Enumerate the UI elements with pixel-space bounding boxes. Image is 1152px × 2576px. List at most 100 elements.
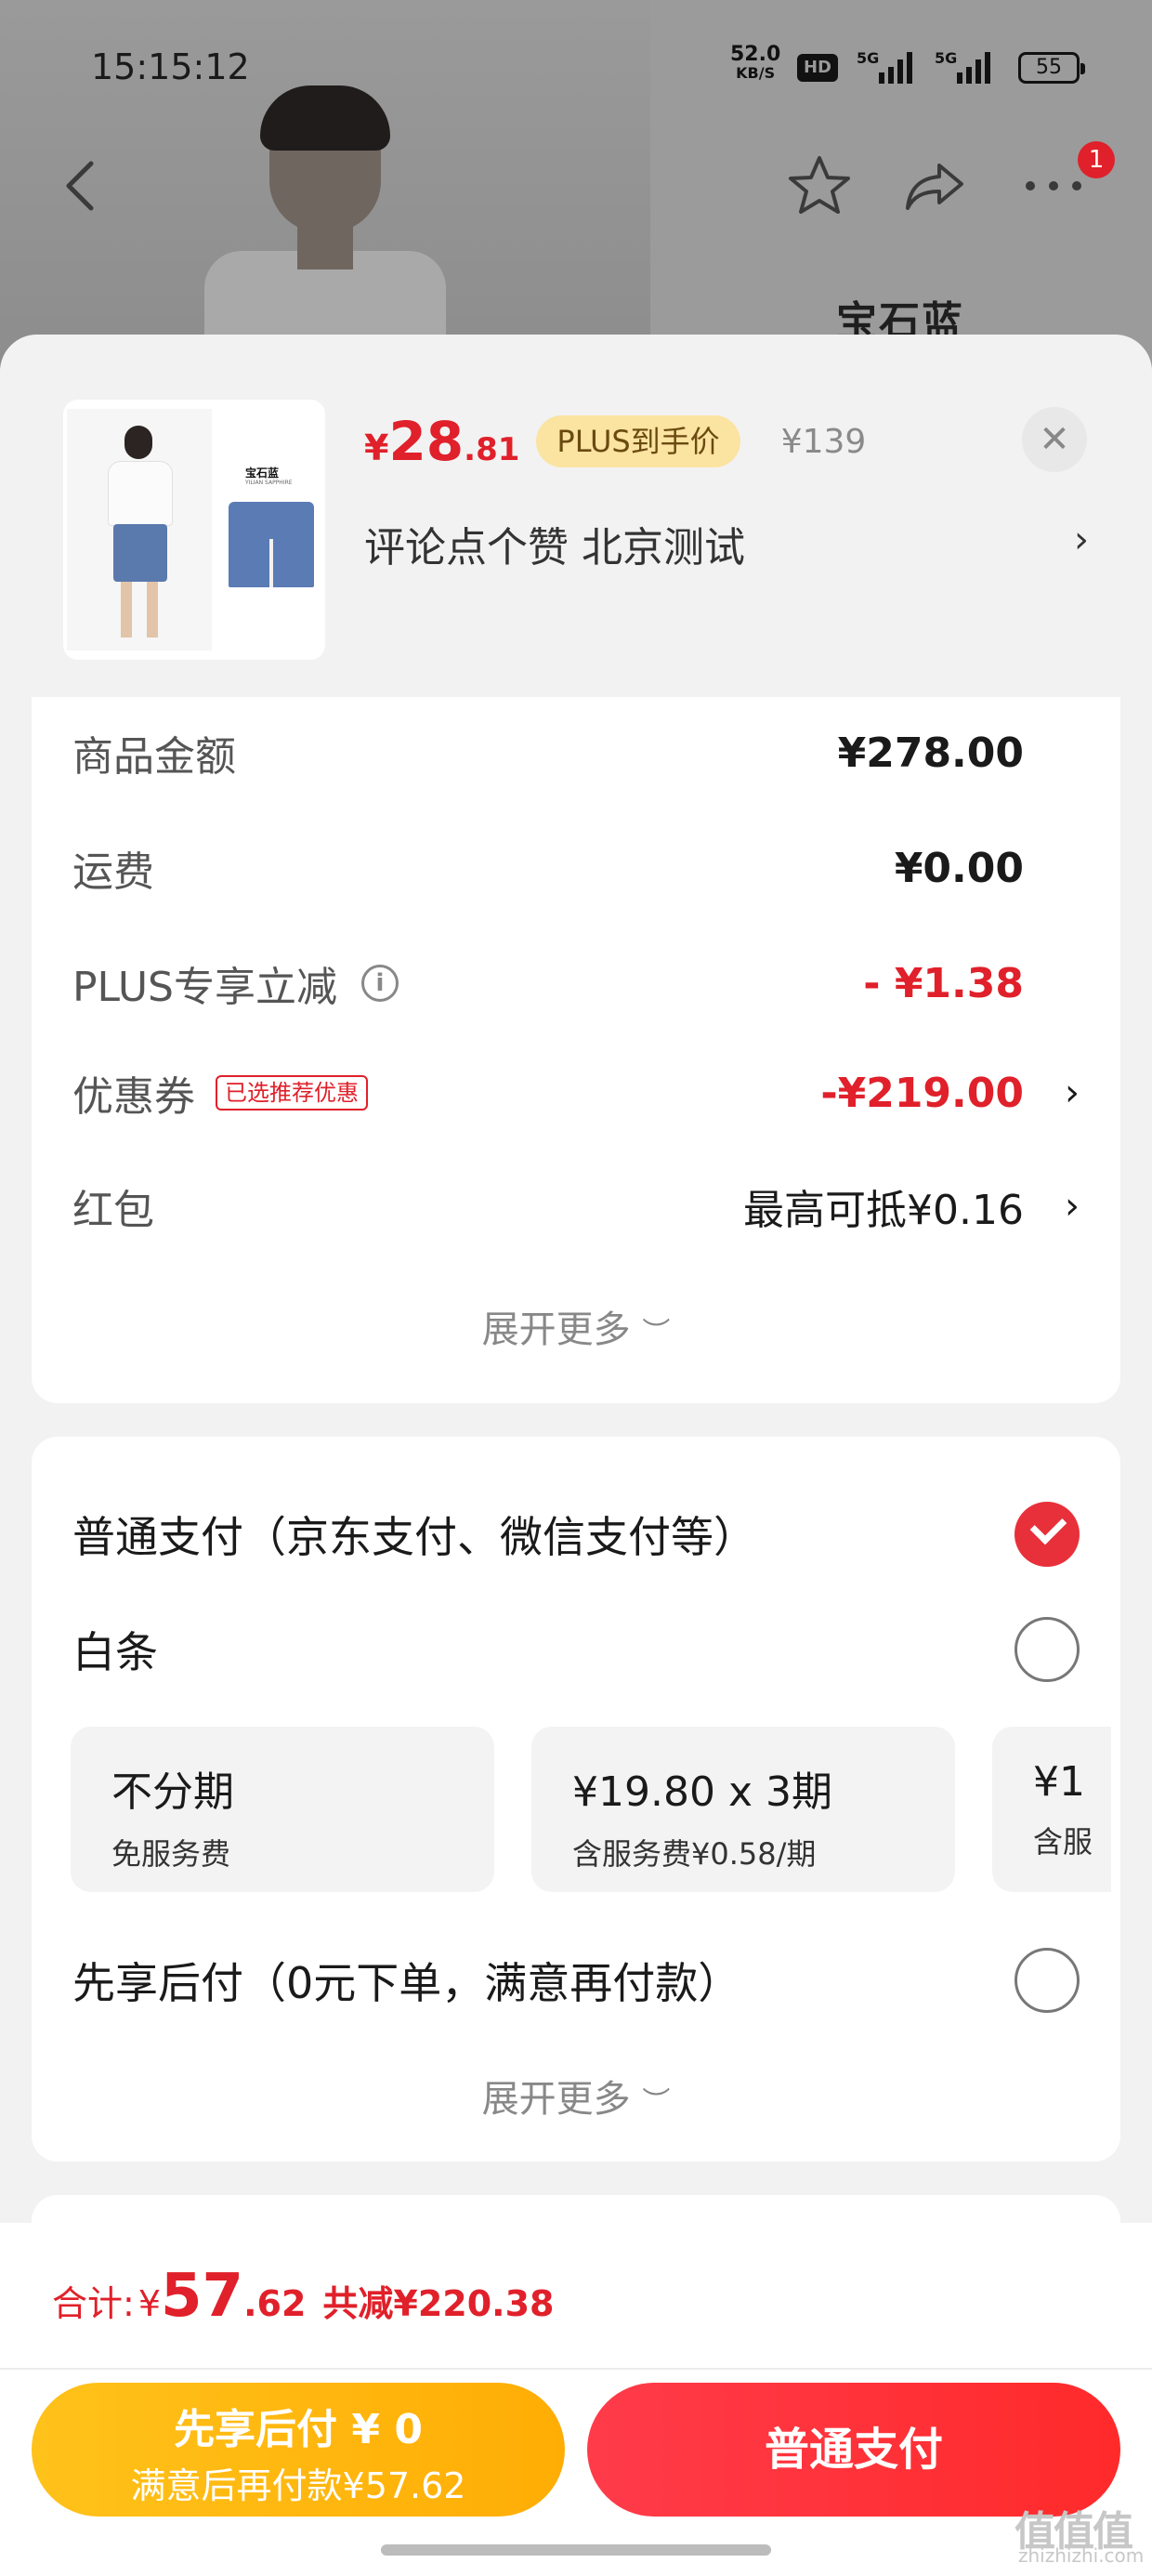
summary-row-coupon[interactable]: 优惠券 已选推荐优惠 -¥219.00 › [72, 1056, 1080, 1130]
summary-label: 优惠券 [72, 1073, 195, 1121]
pay-later-title: 先享后付 ¥ 0 [174, 2406, 423, 2453]
address-selector[interactable]: 评论点个赞 北京测试 › [364, 511, 1089, 576]
installment-plans: 不分期 免服务费 ¥19.80 x 3期 含服务费¥0.58/期 ¥1 含服 [71, 1727, 1111, 1894]
plan-title: ¥19.80 x 3期 [572, 1768, 832, 1816]
thumbnail-title: 宝石蓝 [245, 467, 280, 480]
plus-price: ¥ 28 .81 [364, 410, 519, 473]
total-symbol: ¥ [137, 2283, 161, 2324]
installment-plan[interactable]: ¥1 含服 [992, 1727, 1111, 1892]
checkout-footer: 合计: ¥ 57 .62 共减¥220.38 先享后付 ¥ 0 满意后再付款¥5… [0, 2223, 1152, 2576]
installment-plan[interactable]: ¥19.80 x 3期 含服务费¥0.58/期 [531, 1727, 955, 1892]
plus-price-badge: PLUS到手价 [536, 415, 740, 467]
expand-more-button[interactable]: 展开更多 ︶ [32, 2069, 1120, 2123]
favorite-star-icon[interactable] [786, 152, 853, 219]
status-bar: 15:15:12 52.0 KB/S HD 5G 5G 55 [0, 37, 1152, 102]
original-price: ¥139 [780, 422, 867, 461]
price-symbol: ¥ [364, 427, 389, 468]
total-amount: 合计: ¥ 57 .62 共减¥220.38 [52, 2262, 554, 2346]
summary-row-plus-discount: PLUS专享立减 i - ¥1.38 [72, 946, 1080, 1020]
price-summary-card: 商品金额 ¥278.00 运费 ¥0.00 PLUS专享立减 i - ¥1.38… [32, 697, 1120, 1403]
svg-text:5G: 5G [857, 49, 879, 67]
summary-value: -¥219.00 [820, 1069, 1024, 1117]
plan-title: 不分期 [111, 1768, 234, 1816]
summary-row-goods-amount: 商品金额 ¥278.00 [72, 716, 1080, 790]
hd-voice-icon: HD [797, 54, 838, 82]
summary-label: PLUS专享立减 [72, 964, 337, 1011]
summary-value: ¥0.00 [894, 844, 1024, 892]
product-nav-bar [0, 139, 1152, 232]
payment-option-label: 白条 [72, 1627, 158, 1677]
summary-value: ¥278.00 [837, 729, 1024, 777]
normal-pay-button[interactable]: 普通支付 [587, 2383, 1120, 2517]
more-icon[interactable] [1020, 152, 1087, 219]
total-label: 合计: [52, 2283, 135, 2324]
summary-value: - ¥1.38 [863, 959, 1024, 1007]
chevron-right-icon: › [1065, 1071, 1080, 1114]
home-indicator[interactable] [381, 2544, 771, 2556]
signal-5g-icon: 5G [857, 49, 912, 84]
payment-option-baitiao[interactable]: 白条 [72, 1608, 1080, 1691]
summary-label: 商品金额 [72, 733, 236, 781]
plan-subtitle: 含服务费¥0.58/期 [572, 1836, 817, 1872]
price-decimal: .81 [464, 431, 520, 468]
installment-plan[interactable]: 不分期 免服务费 [71, 1727, 494, 1892]
chevron-right-icon: › [1065, 1185, 1080, 1228]
network-speed: 52.0 KB/S [730, 45, 780, 82]
battery-icon: 55 [1018, 52, 1085, 84]
thumbnail-model-shirt [108, 461, 173, 526]
back-icon[interactable] [46, 152, 113, 219]
chevron-down-icon: ︶ [642, 2086, 671, 2119]
watermark-url: zhizhizhi.com [1018, 2544, 1145, 2567]
thumbnail-model-leg [147, 582, 158, 637]
status-time: 15:15:12 [91, 46, 250, 87]
plan-subtitle: 含服 [1033, 1824, 1093, 1860]
price-integer: 28 [388, 410, 465, 473]
radio-unchecked-icon[interactable] [1015, 1948, 1080, 2013]
network-speed-unit: KB/S [736, 64, 776, 82]
footer-divider [0, 2368, 1152, 2370]
thumbnail-model [67, 409, 212, 651]
sheet-header: 宝石蓝 YILIAN SAPPHIRE ¥ 28 .81 PLUS到手价 ¥13… [0, 335, 1152, 697]
thumbnail-model-leg [121, 582, 132, 637]
summary-label: 运费 [72, 848, 154, 896]
expand-more-button[interactable]: 展开更多 ︶ [32, 1299, 1120, 1353]
close-button[interactable]: ✕ [1022, 407, 1087, 472]
summary-value: 最高可抵¥0.16 [743, 1187, 1024, 1234]
close-icon: ✕ [1039, 418, 1070, 461]
notification-badge: 1 [1078, 141, 1115, 178]
price-row: ¥ 28 .81 PLUS到手价 ¥139 [364, 409, 866, 474]
thumbnail-model-head [124, 426, 152, 459]
payment-option-normal[interactable]: 普通支付（京东支付、微信支付等） [72, 1492, 1080, 1576]
thumbnail-model-shorts [113, 524, 167, 582]
radio-checked-icon[interactable] [1015, 1502, 1080, 1567]
expand-more-label: 展开更多 [481, 1308, 631, 1351]
chevron-down-icon: ︶ [642, 1317, 671, 1349]
total-decimal: .62 [243, 2283, 307, 2324]
plan-title: ¥1 [1033, 1758, 1085, 1806]
total-integer: 57 [161, 2262, 244, 2331]
payment-option-pay-later[interactable]: 先享后付（0元下单，满意再付款） [72, 1939, 1080, 2022]
signal-5g-icon-2: 5G [935, 49, 990, 84]
summary-row-shipping: 运费 ¥0.00 [72, 831, 1080, 905]
network-speed-value: 52.0 [730, 43, 781, 66]
pay-later-button[interactable]: 先享后付 ¥ 0 满意后再付款¥57.62 [32, 2383, 565, 2517]
summary-label: 红包 [72, 1187, 154, 1234]
payment-option-label: 普通支付（京东支付、微信支付等） [72, 1512, 756, 1562]
info-icon[interactable]: i [361, 965, 399, 1002]
chevron-right-icon: › [1074, 519, 1089, 561]
payment-option-label: 先享后付（0元下单，满意再付款） [72, 1958, 741, 2008]
svg-text:5G: 5G [935, 49, 957, 67]
thumbnail-subtitle: YILIAN SAPPHIRE [245, 480, 293, 486]
coupon-selected-tag: 已选推荐优惠 [216, 1075, 368, 1111]
thumbnail-shorts [229, 502, 314, 587]
address-text: 评论点个赞 北京测试 [364, 524, 745, 572]
product-page-background: 宝石蓝 15:15:12 52.0 KB/S HD 5G 5G 55 1 [0, 0, 1152, 390]
expand-more-label: 展开更多 [481, 2078, 631, 2121]
total-saved: 共减¥220.38 [322, 2283, 555, 2324]
share-icon[interactable] [901, 152, 968, 219]
plan-subtitle: 免服务费 [111, 1836, 231, 1872]
radio-unchecked-icon[interactable] [1015, 1617, 1080, 1682]
summary-row-red-packet[interactable]: 红包 最高可抵¥0.16 › [72, 1169, 1080, 1243]
pay-later-subtitle: 满意后再付款¥57.62 [130, 2465, 466, 2506]
product-thumbnail: 宝石蓝 YILIAN SAPPHIRE [63, 400, 325, 660]
